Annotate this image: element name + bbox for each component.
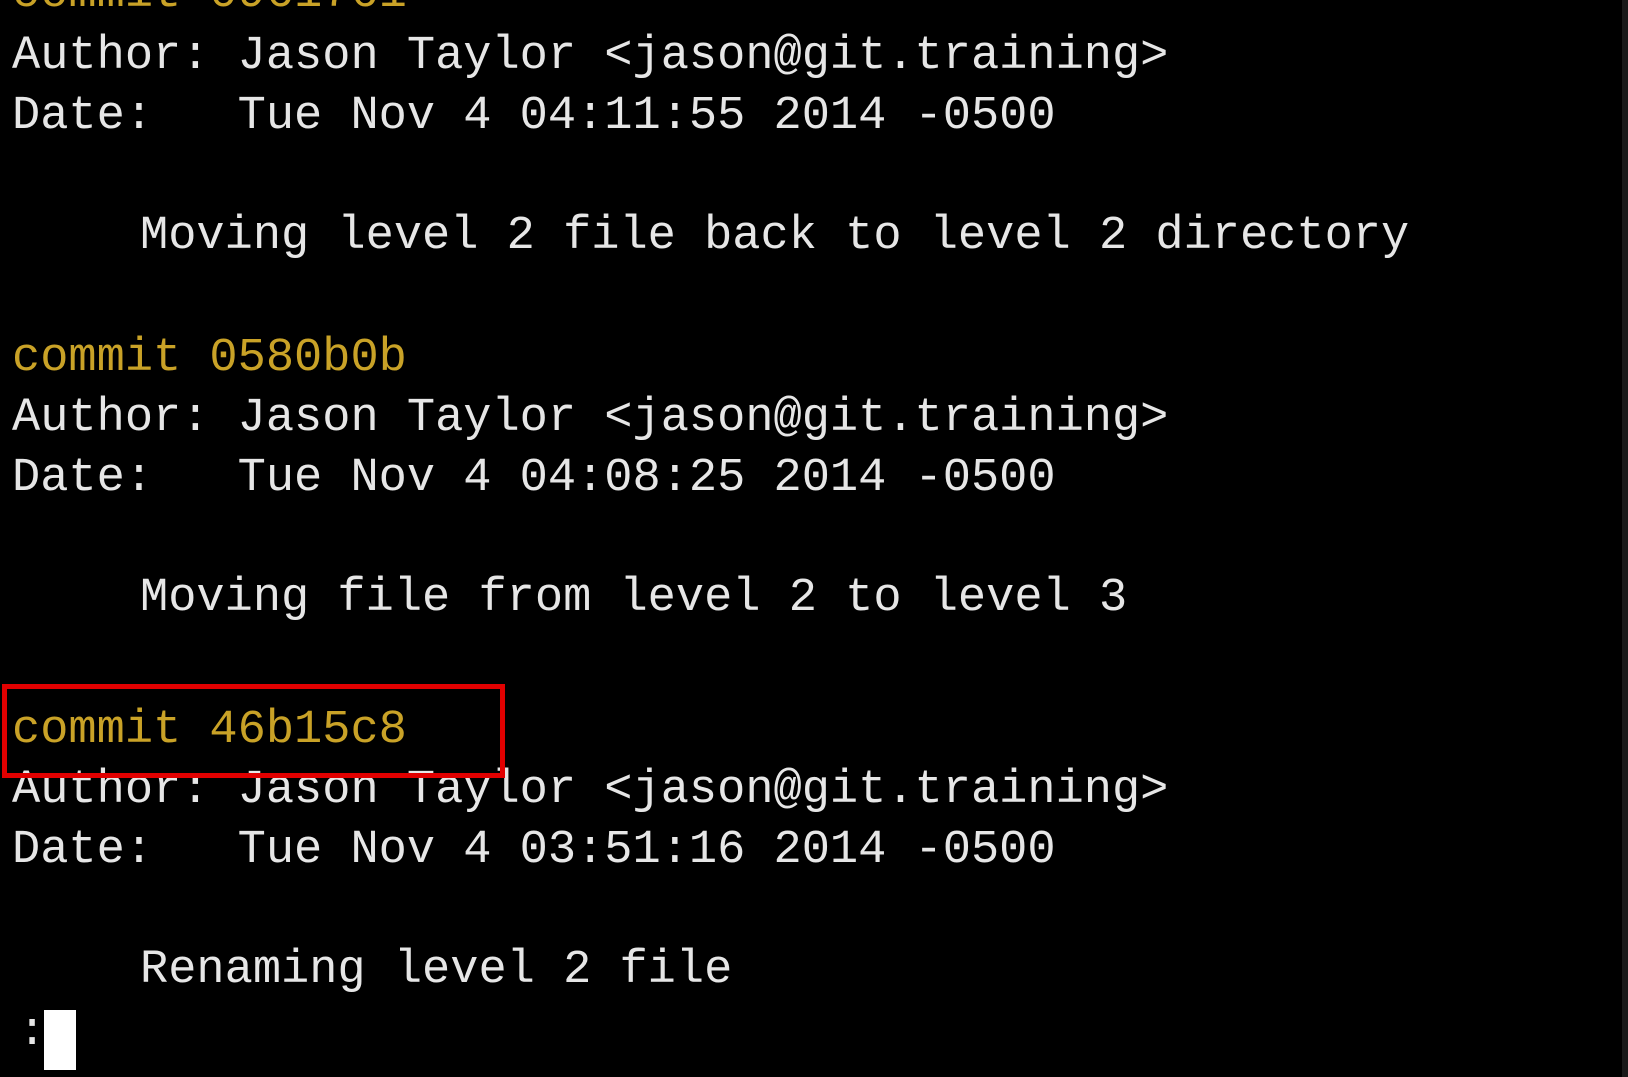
commit-hash-partial: commit 0961761 [12, 0, 407, 25]
commit-message: Renaming level 2 file [140, 944, 733, 997]
date-line: Date: Tue Nov 4 03:51:16 2014 -0500 [12, 824, 1056, 877]
date-line: Date: Tue Nov 4 04:11:55 2014 -0500 [12, 90, 1056, 143]
author-line: Author: Jason Taylor <jason@git.training… [12, 392, 1169, 445]
highlight-annotation-box [2, 684, 505, 778]
text-cursor [44, 1010, 76, 1070]
date-line: Date: Tue Nov 4 04:08:25 2014 -0500 [12, 452, 1056, 505]
terminal-window[interactable]: commit 0961761 Author: Jason Taylor <jas… [0, 0, 1628, 1077]
commit-message: Moving file from level 2 to level 3 [140, 572, 1128, 625]
window-edge [1622, 0, 1628, 1077]
author-line: Author: Jason Taylor <jason@git.training… [12, 30, 1169, 83]
commit-message: Moving level 2 file back to level 2 dire… [140, 210, 1410, 263]
pager-prompt[interactable]: : [18, 1006, 78, 1072]
pager-colon: : [18, 1006, 47, 1059]
commit-hash: commit 0580b0b [12, 332, 407, 385]
